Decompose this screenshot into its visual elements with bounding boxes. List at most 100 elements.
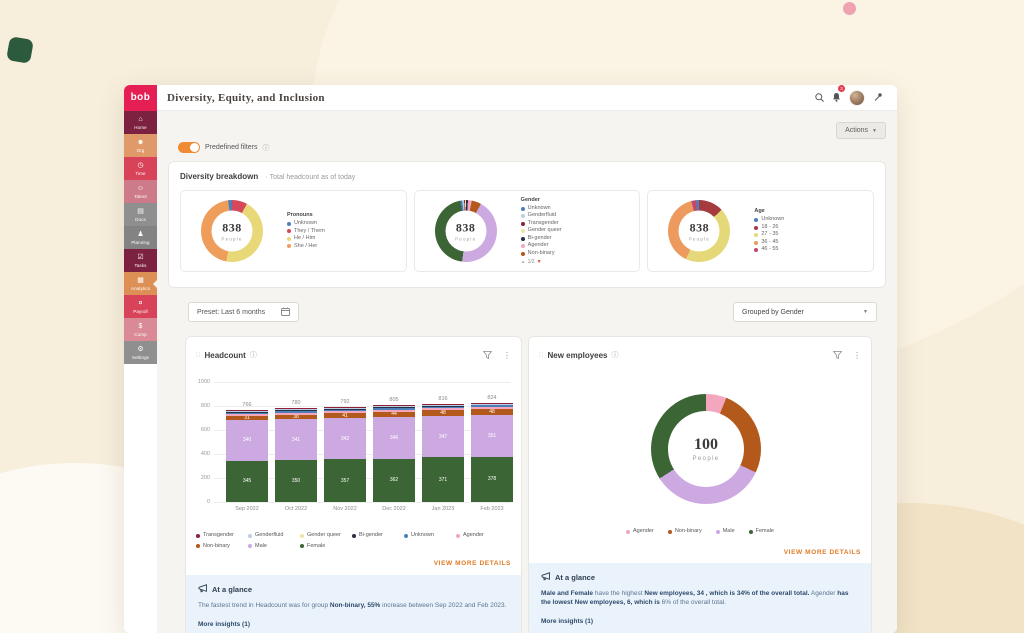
payroll-icon: ¤ bbox=[139, 300, 143, 308]
pager-down-icon[interactable]: ▼ bbox=[537, 259, 542, 265]
predefined-filters-toggle[interactable] bbox=[178, 142, 200, 153]
grouped-by-select[interactable]: Grouped by Gender ▼ bbox=[733, 302, 877, 322]
legend-item: Gender queer bbox=[300, 532, 352, 540]
y-axis-label: 0 bbox=[192, 499, 210, 505]
actions-button[interactable]: Actions ▼ bbox=[836, 122, 886, 139]
view-more-details-link[interactable]: VIEW MORE DETAILS bbox=[529, 542, 871, 556]
info-icon[interactable]: ⓘ bbox=[250, 350, 257, 360]
sidebar-item-label: Planning bbox=[131, 240, 149, 245]
search-icon[interactable] bbox=[815, 89, 824, 107]
pager-up-icon[interactable]: ▲ bbox=[521, 259, 526, 265]
user-avatar[interactable] bbox=[849, 90, 865, 106]
sidebar-item-time[interactable]: ◷Time bbox=[124, 157, 157, 180]
legend-label: Bi-gender bbox=[528, 235, 552, 243]
donut-center: 838 People bbox=[679, 211, 720, 252]
drag-handle-icon[interactable]: ∷ bbox=[196, 351, 200, 359]
bar-segment-bi-gender bbox=[373, 407, 415, 408]
more-insights-link[interactable]: More insights (1) bbox=[541, 618, 859, 625]
sidebar-item-docs[interactable]: ▤Docs bbox=[124, 203, 157, 226]
filter-icon[interactable] bbox=[483, 346, 492, 364]
sidebar-item-comp[interactable]: $Comp bbox=[124, 318, 157, 341]
sidebar-item-tasks[interactable]: ☑Tasks bbox=[124, 249, 157, 272]
headcount-total-unit: People bbox=[455, 237, 476, 242]
dashboard-panels: ∷ Headcount ⓘ ⋮ 020040060080010007663453… bbox=[185, 336, 883, 633]
date-preset-picker[interactable]: Preset: Last 6 months bbox=[188, 302, 299, 322]
bar-segment-gender-queer bbox=[324, 408, 366, 409]
legend-item: 46 - 55 bbox=[754, 246, 784, 254]
legend-label: Non-binary bbox=[528, 250, 555, 258]
legend-item: Unknown bbox=[754, 216, 784, 224]
headcount-panel: ∷ Headcount ⓘ ⋮ 020040060080010007663453… bbox=[185, 336, 522, 633]
sidebar-item-label: Org bbox=[137, 148, 145, 153]
at-a-glance-header: At a glance bbox=[541, 572, 859, 583]
sidebar-item-home[interactable]: ⌂Home bbox=[124, 111, 157, 134]
sidebar-item-settings[interactable]: ⚙Settings bbox=[124, 341, 157, 364]
tasks-icon: ☑ bbox=[137, 254, 143, 262]
headcount-bar-Feb-2023: 82437835148 bbox=[471, 395, 513, 502]
sidebar-item-org[interactable]: ☻Org bbox=[124, 134, 157, 157]
sidebar-item-analytics[interactable]: ▦Analytics bbox=[124, 272, 157, 295]
bob-logo[interactable]: bob bbox=[124, 85, 157, 111]
new-employees-body: 100 People AgenderNon-binaryMaleFemale bbox=[529, 364, 871, 536]
bar-segment-agender bbox=[471, 407, 513, 409]
new-employees-title: New employees bbox=[547, 351, 607, 360]
toggle-knob bbox=[190, 143, 199, 152]
legend-dot bbox=[287, 222, 291, 226]
legend-item: Agender bbox=[456, 532, 508, 540]
bar-segment-male: 342 bbox=[324, 418, 366, 459]
plot-area: 76634534031Sep 202278035034138Oct 202279… bbox=[214, 382, 511, 502]
legend-label: Non-binary bbox=[203, 543, 230, 551]
legend-label: She / Her bbox=[294, 243, 317, 251]
legend-item: Female bbox=[300, 543, 352, 551]
legend-pager[interactable]: ▲ 1/2 ▼ bbox=[521, 259, 562, 265]
legend-item: 27 - 35 bbox=[754, 231, 784, 239]
legend-dot bbox=[749, 530, 753, 534]
bar-segment-male: 346 bbox=[373, 417, 415, 459]
legend-label: Transgender bbox=[528, 220, 559, 228]
y-axis-label: 600 bbox=[192, 427, 210, 433]
view-more-details-link[interactable]: VIEW MORE DETAILS bbox=[186, 553, 521, 567]
new-employees-total-unit: People bbox=[692, 456, 719, 462]
decor-green-square bbox=[6, 36, 34, 64]
legend-label: Male bbox=[255, 543, 267, 551]
sidebar-item-label: Tasks bbox=[134, 263, 146, 268]
bar-segment-female: 362 bbox=[373, 459, 415, 502]
info-icon[interactable]: ⓘ bbox=[263, 143, 270, 153]
pager-label: 1/2 bbox=[528, 259, 535, 265]
y-axis-label: 1000 bbox=[192, 379, 210, 385]
legend-dot bbox=[521, 214, 525, 218]
sidebar-item-talent[interactable]: ☺Talent bbox=[124, 180, 157, 203]
docs-icon: ▤ bbox=[137, 208, 144, 216]
legend-dot bbox=[668, 530, 672, 534]
legend-item: He / Him bbox=[287, 235, 325, 243]
bar-segment-unknown bbox=[324, 410, 366, 412]
legend-item: Agender bbox=[626, 528, 654, 536]
sidebar-item-planning[interactable]: ♟Planning bbox=[124, 226, 157, 249]
bar-segment-bi-gender bbox=[422, 406, 464, 407]
legend-item: Genderfluid bbox=[248, 532, 300, 540]
bar-stack: 35034138 bbox=[275, 408, 317, 502]
legend-item: 18 - 26 bbox=[754, 224, 784, 232]
legend-dot bbox=[196, 534, 200, 538]
at-a-glance-title: At a glance bbox=[555, 573, 595, 582]
breakdown-header: Diversity breakdown · Total headcount as… bbox=[180, 172, 874, 181]
filter-icon[interactable] bbox=[833, 346, 842, 364]
info-icon[interactable]: ⓘ bbox=[612, 350, 619, 360]
breakdown-subtitle: · Total headcount as of today bbox=[265, 174, 355, 181]
kebab-menu-icon[interactable]: ⋮ bbox=[503, 351, 511, 360]
sidebar-item-payroll[interactable]: ¤Payroll bbox=[124, 295, 157, 318]
more-insights-link[interactable]: More insights (1) bbox=[198, 621, 509, 628]
kebab-menu-icon[interactable]: ⋮ bbox=[853, 351, 861, 360]
notifications-bell-icon[interactable]: 3 bbox=[832, 89, 841, 107]
drag-handle-icon[interactable]: ∷ bbox=[539, 351, 543, 359]
bar-segment-unknown bbox=[275, 411, 317, 413]
pin-icon[interactable] bbox=[873, 89, 883, 107]
top-bar: bob Diversity, Equity, and Inclusion 3 bbox=[124, 85, 897, 111]
bar-segment-non-binary: 38 bbox=[275, 415, 317, 420]
legend-item: Non-binary bbox=[521, 250, 562, 258]
legend-label: 18 - 26 bbox=[761, 224, 778, 232]
main-content: Actions ▼ Predefined filters ⓘ Diversity… bbox=[157, 111, 897, 633]
legend-label: Male bbox=[723, 528, 735, 536]
bar-total-label: 792 bbox=[324, 399, 366, 405]
legend-item: Male bbox=[716, 528, 735, 536]
